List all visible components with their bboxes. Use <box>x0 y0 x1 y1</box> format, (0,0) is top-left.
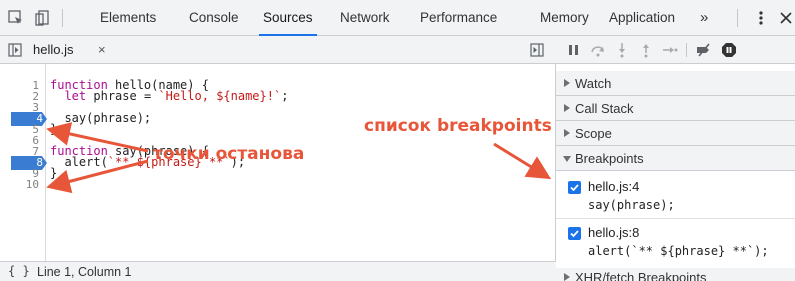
arrow-to-line-8 <box>46 159 149 194</box>
arrow-to-breakpoint-list <box>493 142 552 180</box>
arrow-to-line-4 <box>46 122 149 153</box>
annotation-arrows <box>46 122 552 194</box>
